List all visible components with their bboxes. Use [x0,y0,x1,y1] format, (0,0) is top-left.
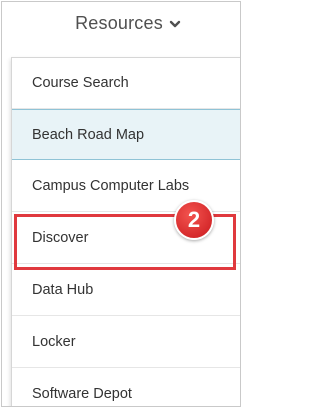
menu-item-label: Data Hub [32,282,94,298]
menu-item-software-depot[interactable]: Software Depot [12,369,240,406]
menu-item-label: Discover [32,230,89,246]
nav-header: Resources [2,2,240,48]
menu-item-beach-road-map[interactable]: Beach Road Map [12,109,240,160]
menu-item-locker[interactable]: Locker [12,317,240,368]
menu-item-course-search[interactable]: Course Search [12,58,240,109]
menu-item-data-hub[interactable]: Data Hub [12,265,240,316]
resources-nav-button[interactable]: Resources [75,13,181,34]
chevron-down-icon [169,20,181,28]
resources-nav-label: Resources [75,12,163,33]
menu-item-label: Beach Road Map [32,126,145,143]
menu-item-label: Software Depot [32,386,132,402]
menu-item-label: Campus Computer Labs [32,178,190,194]
menu-item-label: Locker [32,334,76,350]
step-number-badge: 2 [174,200,214,240]
menu-item-label: Course Search [32,75,129,91]
resources-menu-frame: Resources Course Search Beach Road Map C… [1,1,241,407]
